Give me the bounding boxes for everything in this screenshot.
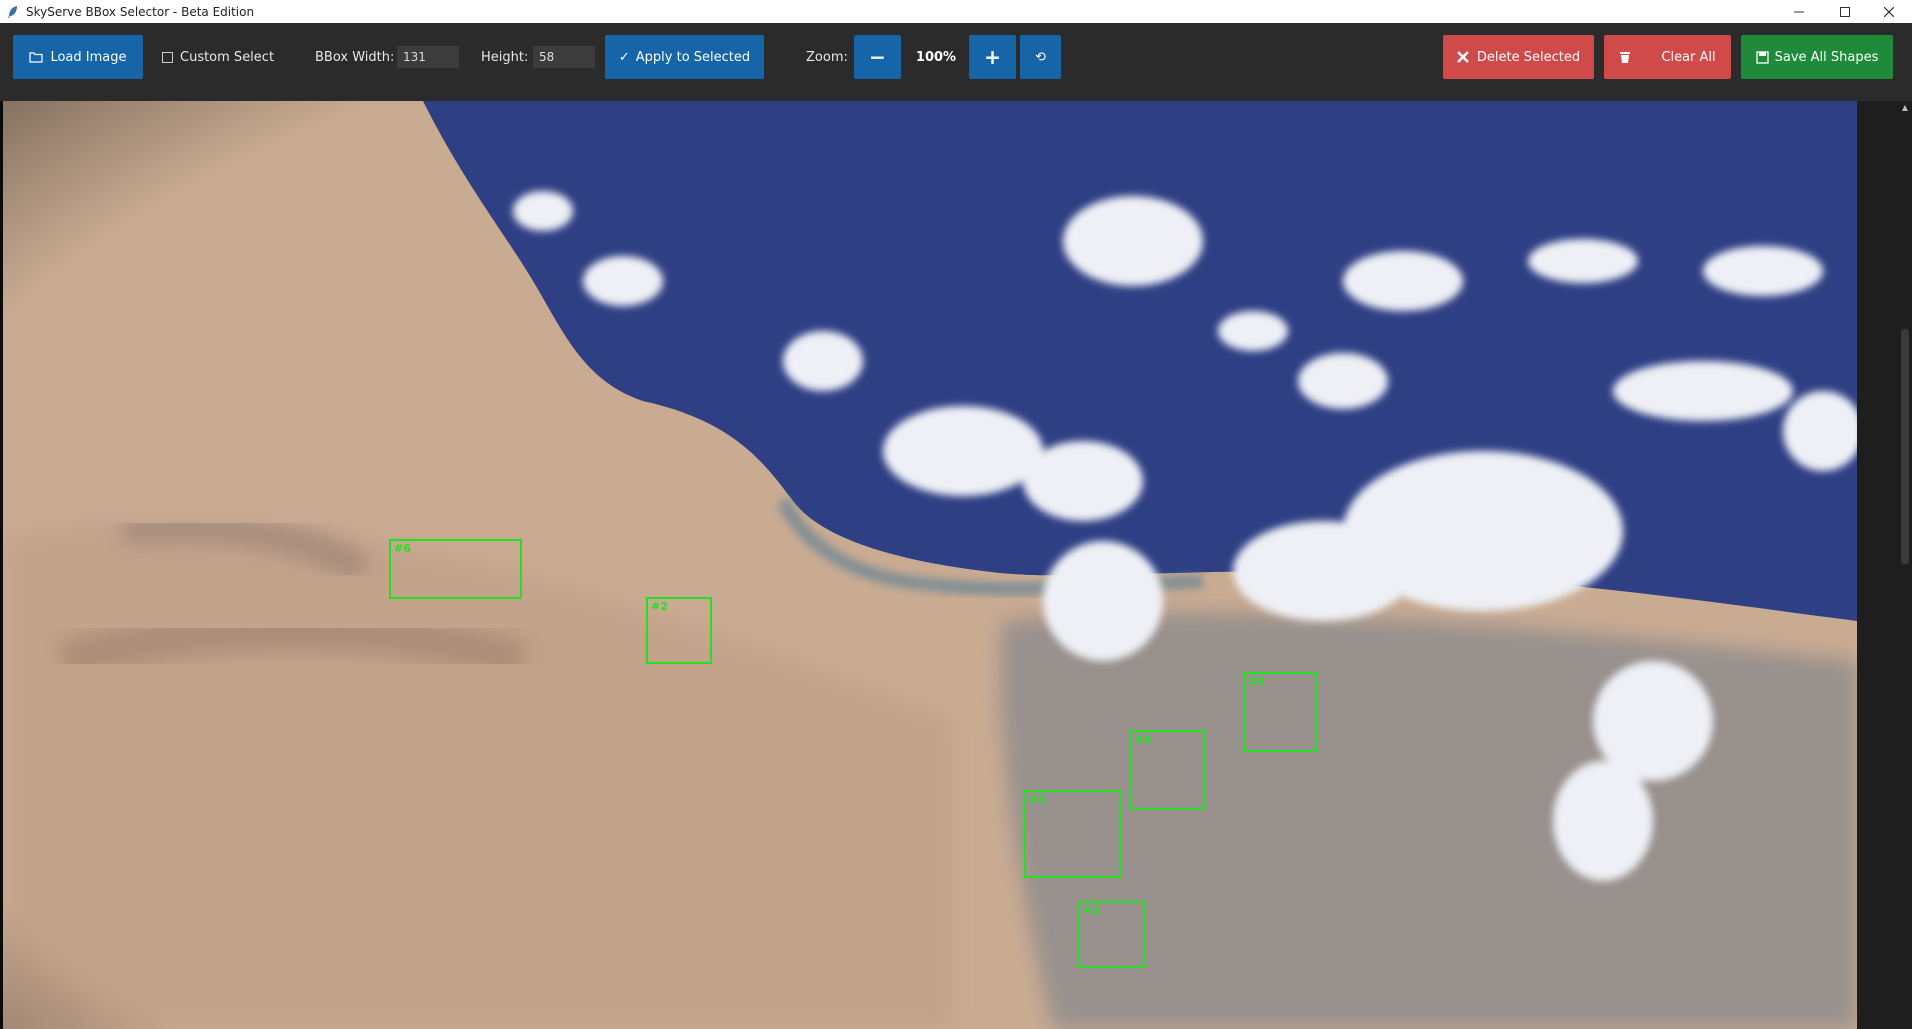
- delete-selected-label: Delete Selected: [1476, 49, 1581, 65]
- minimize-button[interactable]: [1776, 0, 1822, 23]
- window-title: SkyServe BBox Selector - Beta Edition: [26, 4, 255, 19]
- load-image-label: Load Image: [50, 49, 127, 65]
- minimize-icon: [1794, 11, 1804, 12]
- zoom-out-button[interactable]: −: [854, 35, 901, 79]
- trash-icon: [1620, 51, 1631, 63]
- title-bar: SkyServe BBox Selector - Beta Edition: [0, 0, 1912, 23]
- bbox-1-label: #1: [1083, 904, 1100, 917]
- bbox-3[interactable]: #3: [1024, 790, 1122, 878]
- plus-icon: +: [984, 45, 1001, 69]
- bbox-2-label: #2: [651, 600, 668, 613]
- bbox-2[interactable]: #2: [646, 597, 712, 664]
- bbox-width-input[interactable]: [397, 46, 459, 68]
- zoom-value: 100%: [915, 49, 957, 65]
- maximize-button[interactable]: [1822, 0, 1868, 23]
- maximize-icon: [1840, 6, 1850, 17]
- apply-to-selected-button[interactable]: ✓ Apply to Selected: [605, 35, 764, 79]
- feather-icon: [8, 5, 17, 18]
- delete-selected-button[interactable]: Delete Selected: [1443, 35, 1594, 79]
- zoom-in-button[interactable]: +: [969, 35, 1016, 79]
- custom-select-label: Custom Select: [180, 49, 275, 65]
- save-all-shapes-label: Save All Shapes: [1774, 49, 1879, 65]
- bbox-5-label: #5: [1248, 675, 1265, 688]
- clear-all-button[interactable]: Clear All: [1604, 35, 1731, 79]
- check-icon: ✓: [618, 49, 630, 65]
- clear-all-label: Clear All: [1661, 49, 1716, 65]
- close-x-icon: [1457, 51, 1469, 63]
- bbox-4[interactable]: #4: [1130, 730, 1205, 810]
- toolbar: Load Image Custom Select BBox Width: Hei…: [0, 23, 1912, 101]
- height-label: Height:: [481, 49, 529, 65]
- scroll-up-icon[interactable]: ▲: [1900, 101, 1910, 115]
- vertical-scrollbar[interactable]: ▲: [1898, 101, 1912, 1029]
- zoom-label: Zoom:: [806, 49, 848, 65]
- close-button[interactable]: [1866, 0, 1912, 23]
- satellite-image: [3, 101, 1857, 1029]
- minus-icon: −: [869, 45, 886, 69]
- checkbox-icon: [162, 51, 173, 63]
- apply-to-selected-label: Apply to Selected: [635, 49, 751, 65]
- bbox-4-label: #4: [1135, 733, 1152, 746]
- reset-icon: ⟲: [1035, 49, 1046, 65]
- bbox-1[interactable]: #1: [1078, 901, 1145, 968]
- save-all-shapes-button[interactable]: Save All Shapes: [1741, 35, 1893, 79]
- height-input[interactable]: [533, 46, 595, 68]
- scroll-thumb[interactable]: [1901, 329, 1909, 564]
- custom-select-checkbox[interactable]: Custom Select: [162, 35, 274, 79]
- close-icon: [1884, 6, 1894, 17]
- folder-icon: [29, 52, 44, 63]
- image-canvas[interactable]: #6 #2 #5 #4 #3 #1: [0, 101, 1857, 1029]
- save-disk-icon: [1755, 50, 1769, 64]
- bbox-3-label: #3: [1029, 793, 1046, 806]
- load-image-button[interactable]: Load Image: [13, 35, 143, 79]
- bbox-5[interactable]: #5: [1243, 672, 1318, 752]
- bbox-6-label: #6: [394, 542, 411, 555]
- bbox-6[interactable]: #6: [389, 539, 522, 599]
- zoom-reset-button[interactable]: ⟲: [1020, 35, 1061, 79]
- bbox-width-label: BBox Width:: [315, 49, 395, 65]
